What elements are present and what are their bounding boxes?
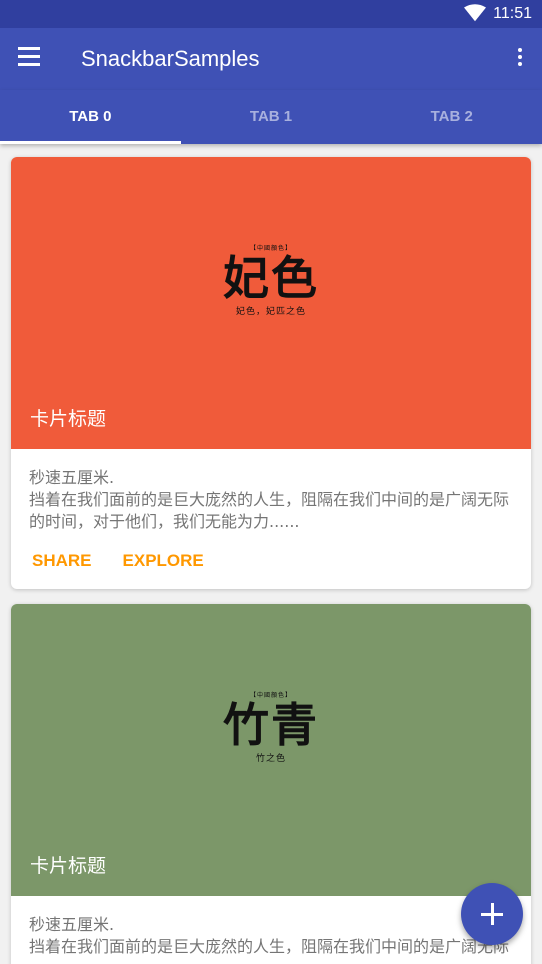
- status-time: 11:51: [493, 5, 532, 22]
- wifi-icon: [464, 4, 486, 22]
- app-title: SnackbarSamples: [81, 46, 260, 71]
- logo-subtext: 竹之色: [255, 754, 286, 764]
- card-title: 卡片标题: [30, 855, 107, 877]
- add-fab-button[interactable]: [461, 883, 523, 945]
- logo-text: 竹青: [223, 698, 319, 752]
- card-1: 【中國顏色】 妃色 妃色，妃匹之色 卡片标题 秒速五厘米. 挡着在我们面前的是巨…: [11, 157, 531, 589]
- tab-bar: TAB 0 TAB 1 TAB 2: [0, 90, 542, 144]
- logo-text: 妃色: [223, 251, 319, 305]
- card-body: 秒速五厘米. 挡着在我们面前的是巨大庞然的人生，阻隔在我们中间的是广阔无际的时间…: [11, 449, 531, 533]
- card-logo: 【中國顏色】 竹青 竹之色: [11, 690, 531, 764]
- card-2: 【中國顏色】 竹青 竹之色 卡片标题 秒速五厘米. 挡着在我们面前的是巨大庞然的…: [11, 604, 531, 964]
- more-vert-icon[interactable]: [512, 46, 528, 72]
- tab-0[interactable]: TAB 0: [0, 90, 181, 144]
- menu-icon[interactable]: [18, 47, 44, 71]
- tab-1[interactable]: TAB 1: [181, 90, 362, 144]
- card-media: 【中國顏色】 竹青 竹之色 卡片标题: [11, 604, 531, 896]
- card-text: 挡着在我们面前的是巨大庞然的人生，阻隔在我们中间的是广阔无际: [29, 937, 510, 956]
- card-subtitle: 秒速五厘米.: [29, 468, 115, 487]
- card-subtitle: 秒速五厘米.: [29, 915, 115, 934]
- tab-2[interactable]: TAB 2: [361, 90, 542, 144]
- card-title: 卡片标题: [30, 408, 107, 430]
- logo-subtext: 妃色，妃匹之色: [235, 307, 306, 317]
- share-button[interactable]: SHARE: [23, 547, 101, 575]
- status-bar: 11:51: [0, 0, 542, 28]
- card-media: 【中國顏色】 妃色 妃色，妃匹之色 卡片标题: [11, 157, 531, 449]
- card-body: 秒速五厘米. 挡着在我们面前的是巨大庞然的人生，阻隔在我们中间的是广阔无际: [11, 896, 531, 958]
- card-text: 挡着在我们面前的是巨大庞然的人生，阻隔在我们中间的是广阔无际的时间，对于他们，我…: [29, 490, 510, 531]
- card-actions: SHARE EXPLORE: [11, 533, 531, 589]
- explore-button[interactable]: EXPLORE: [114, 547, 213, 575]
- app-bar: SnackbarSamples: [0, 28, 542, 90]
- card-logo: 【中國顏色】 妃色 妃色，妃匹之色: [11, 243, 531, 317]
